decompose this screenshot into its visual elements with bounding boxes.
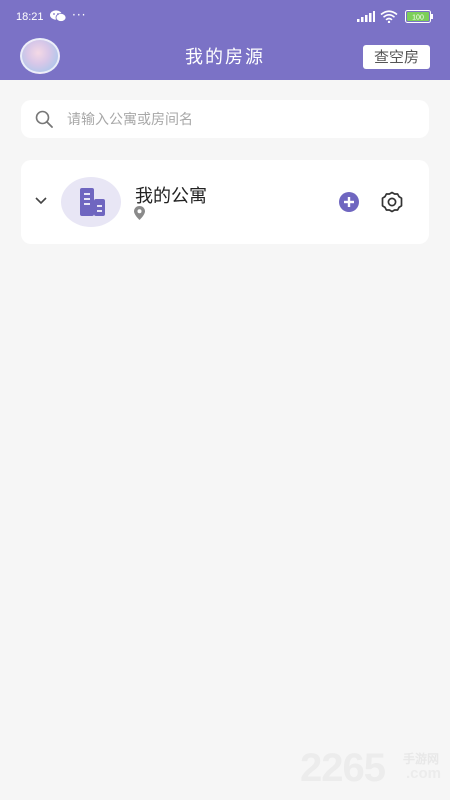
battery-level: 100: [412, 15, 424, 22]
location-pin-icon: [134, 206, 145, 220]
app-header: 18:21 ··· 100 我的房源 查空房: [0, 0, 450, 80]
status-bar: 18:21 ··· 100: [0, 0, 450, 32]
vacant-rooms-button[interactable]: 查空房: [363, 45, 430, 69]
building-icon: [80, 188, 105, 216]
apartment-name: 我的公寓: [135, 186, 207, 207]
apartment-card[interactable]: 我的公寓: [21, 160, 429, 244]
add-room-icon[interactable]: [339, 192, 359, 212]
watermark-logo: 2265 手游网 .com: [300, 746, 450, 796]
search-placeholder: 请输入公寓或房间名: [67, 112, 193, 128]
wechat-icon: [50, 10, 66, 22]
watermark-number: 2265: [300, 746, 386, 790]
signal-icon: [357, 11, 375, 22]
search-icon: [35, 110, 53, 128]
battery-icon: 100: [405, 10, 433, 23]
search-input[interactable]: 请输入公寓或房间名: [21, 100, 429, 138]
gear-icon[interactable]: [381, 191, 403, 213]
status-time: 18:21: [16, 11, 44, 23]
apartment-avatar: [61, 177, 121, 227]
chevron-down-icon[interactable]: [35, 196, 47, 205]
wifi-icon: [380, 10, 398, 23]
more-notifications-icon: ···: [72, 8, 87, 22]
watermark-com: .com: [406, 765, 442, 782]
